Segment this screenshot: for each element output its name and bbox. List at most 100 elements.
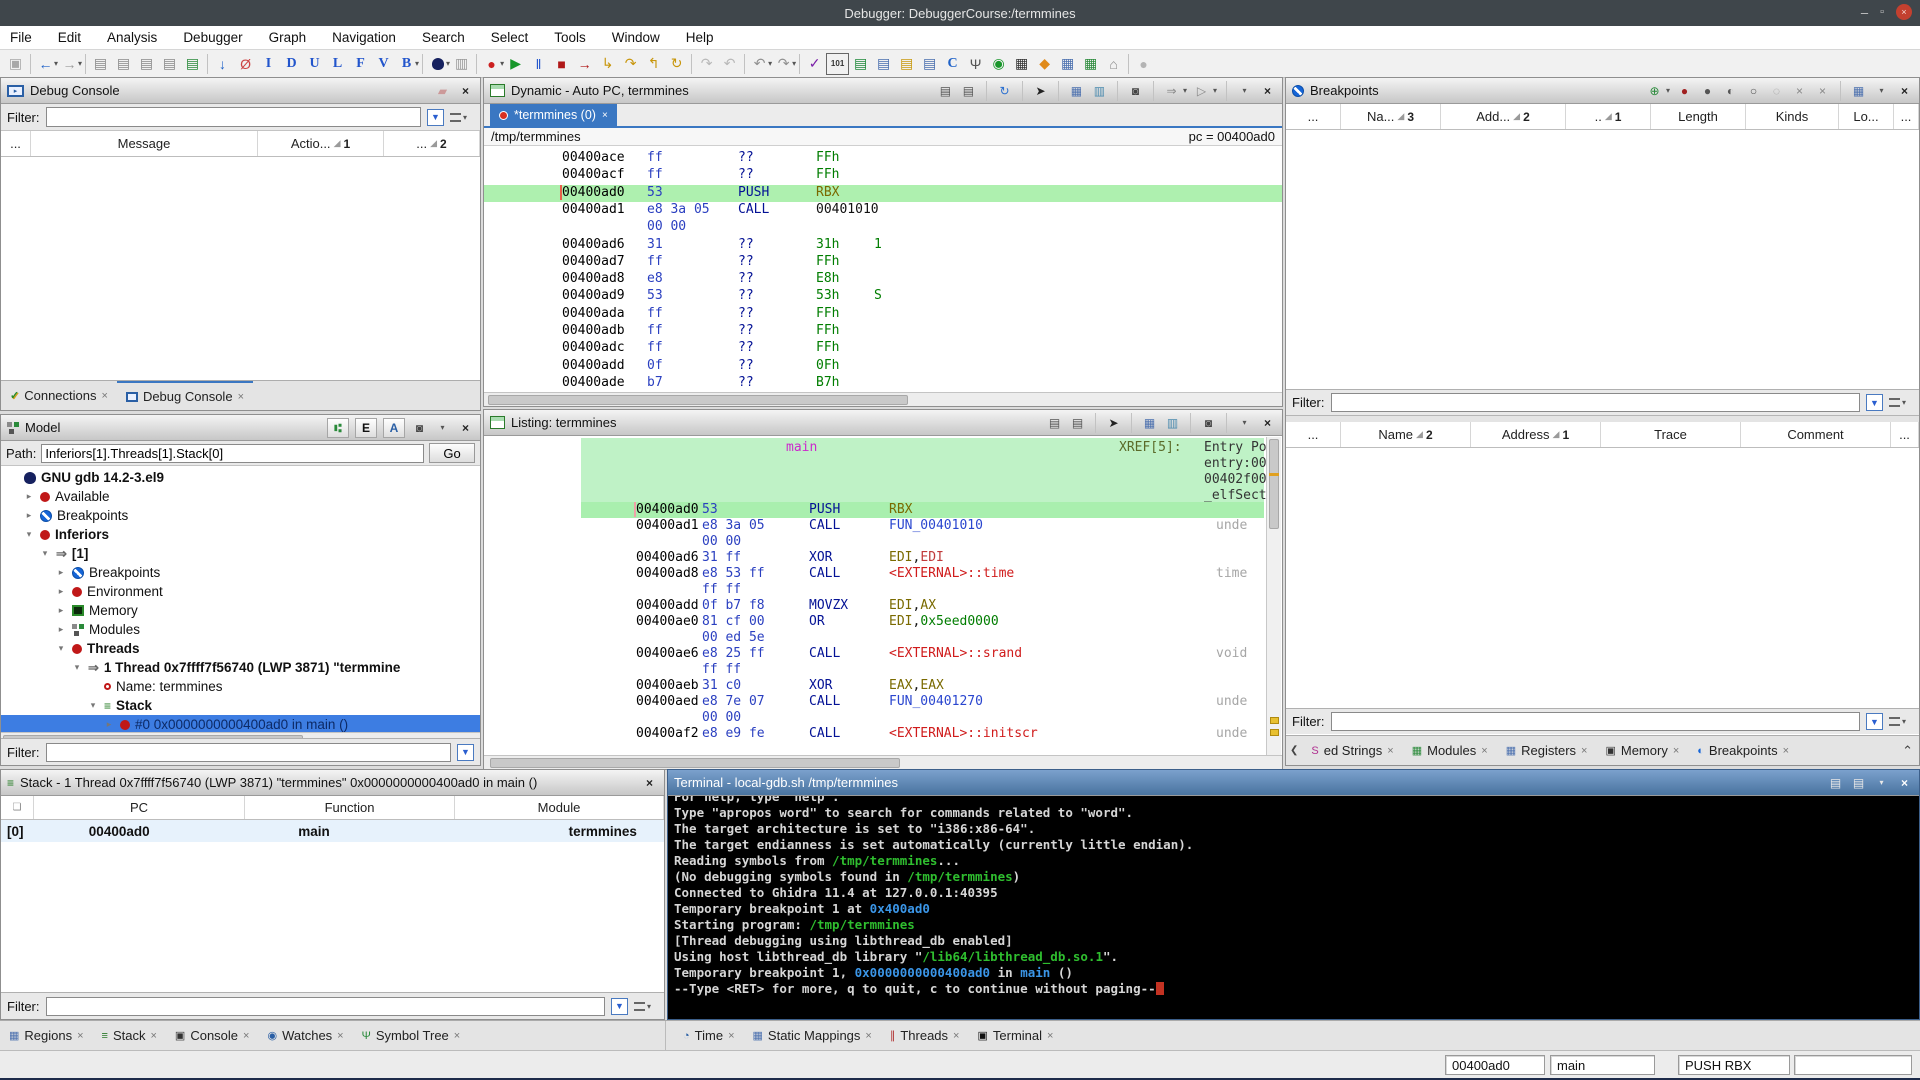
disasm-row[interactable]: 00400ad8 e8?? E8h: [484, 271, 1282, 288]
disasm-row[interactable]: 00400add 0f b7 f8 MOVZX EDI, AX: [484, 598, 1282, 614]
regex-filter-icon[interactable]: ▼: [1866, 713, 1883, 730]
tree-node[interactable]: ▾ ⇒ 1 Thread 0x7ffff7f56740 (LWP 3871) "te…: [1, 658, 480, 677]
snapshot-icon[interactable]: ◙: [411, 420, 428, 436]
tab-close-icon[interactable]: ×: [602, 110, 608, 121]
disasm-row[interactable]: 00400aed e8 7e 07 CALL FUN_00401270 unde: [484, 694, 1282, 710]
tab-close-icon[interactable]: ×: [77, 1030, 83, 1042]
follow-icon[interactable]: ▷: [1193, 83, 1210, 99]
function-name[interactable]: main: [786, 440, 817, 455]
model-header[interactable]: Model ⑆ E A ◙ ▾ ×: [1, 415, 480, 441]
paste-green-button[interactable]: ▤: [181, 53, 204, 75]
column-header-[interactable]: ...: [1891, 422, 1919, 447]
menu-navigation[interactable]: Navigation: [332, 30, 396, 45]
close-icon[interactable]: ×: [457, 420, 474, 436]
debug-console-filter-input[interactable]: [45, 107, 421, 127]
step-into-button[interactable]: ↳: [596, 53, 619, 75]
disasm-row[interactable]: 00400add 0f?? 0Fh: [484, 358, 1282, 375]
minimize-button[interactable]: –: [1861, 5, 1868, 20]
expander-icon[interactable]: ▾: [87, 700, 99, 711]
close-icon[interactable]: ×: [1259, 415, 1276, 431]
disasm-row[interactable]: 00400ad1 e8 3a 05 CALL 00401010: [484, 202, 1282, 219]
disasm-row[interactable]: 00400ad0 53 PUSH RBX: [484, 502, 1282, 518]
tree-node[interactable]: ▸ Breakpoints: [1, 563, 480, 582]
tab-close-icon[interactable]: ×: [1673, 745, 1679, 757]
breakpoints-header[interactable]: Breakpoints ⊕ ▾ ● ● ◐ ○ ◌ × × ▦ ▾ ×: [1286, 78, 1919, 104]
clear-breakpoint-icon[interactable]: ◌: [1768, 83, 1785, 99]
regex-filter-icon[interactable]: ▼: [457, 743, 474, 761]
disasm-row[interactable]: 00400adc ff?? FFh: [484, 340, 1282, 357]
tab-close-icon[interactable]: ×: [1387, 745, 1393, 757]
clear-code-button[interactable]: Ø: [234, 53, 257, 75]
stack-frame-row[interactable]: [0] 00400ad0 main termmines: [1, 820, 664, 842]
tab-close-icon[interactable]: ×: [1481, 745, 1487, 757]
menu-chevron-icon[interactable]: ▾: [1873, 83, 1890, 99]
data-f-button[interactable]: F: [349, 53, 372, 75]
expander-icon[interactable]: ▸: [55, 586, 67, 597]
paste-icon[interactable]: ▤: [960, 83, 977, 99]
data-u-button[interactable]: U: [303, 53, 326, 75]
disasm-row[interactable]: 00400ae0 81 cf 00 OR EDI, 0x5eed0000: [484, 614, 1282, 630]
regex-filter-icon[interactable]: ▼: [611, 997, 628, 1015]
tab-static-mappings[interactable]: ▦ Static Mappings ×: [744, 1021, 881, 1050]
locations-filter-input[interactable]: [1330, 712, 1860, 731]
menu-select[interactable]: Select: [491, 30, 529, 45]
menu-chevron-icon[interactable]: ▾: [434, 420, 451, 436]
xref-entry[interactable]: entry:00: [1204, 456, 1267, 471]
tree-node[interactable]: ▸ Available: [1, 487, 480, 506]
cursor-tracking-icon[interactable]: ➤: [1105, 415, 1122, 431]
disasm-row[interactable]: 00400ae6 e8 25 ff CALL <EXTERNAL>::srand voi…: [484, 646, 1282, 662]
camera-icon[interactable]: ◙: [1127, 83, 1144, 99]
static-disassembly[interactable]: main XREF[5]: Entry Po entry:00 00402f00 _elf…: [484, 436, 1282, 754]
disasm-row[interactable]: 00400ad1 e8 3a 05 CALL FUN_00401010 unde: [484, 518, 1282, 534]
tab-threads[interactable]: ∥ Threads ×: [881, 1021, 969, 1050]
refresh-icon[interactable]: ↻: [996, 83, 1013, 99]
snapshot-button[interactable]: ●: [1132, 53, 1155, 75]
tab-registers[interactable]: ▦ Registers ×: [1497, 736, 1597, 765]
stack-header[interactable]: ≡ Stack - 1 Thread 0x7ffff7f56740 (LWP 3…: [1, 770, 664, 796]
disasm-row[interactable]: 00400ada ff?? FFh: [484, 306, 1282, 323]
kill-button[interactable]: ■: [550, 53, 573, 75]
copy-icon[interactable]: ▤: [937, 83, 954, 99]
tab-close-icon[interactable]: ×: [1581, 745, 1587, 757]
dropdown-caret-icon[interactable]: ▾: [78, 59, 82, 68]
copy-icon[interactable]: ▤: [1827, 775, 1844, 791]
step-last-button[interactable]: ↻: [665, 53, 688, 75]
disasm-row[interactable]: 00400ade b7?? B7h: [484, 375, 1282, 389]
tab-close-icon[interactable]: ×: [150, 1030, 156, 1042]
go-button[interactable]: Go: [429, 443, 475, 463]
menu-graph[interactable]: Graph: [269, 30, 307, 45]
elements-button[interactable]: E: [355, 417, 377, 438]
disasm-cont-row[interactable]: 00 00: [484, 534, 1282, 550]
stack-column-icon[interactable]: ❏: [1, 796, 34, 819]
debug-console-header[interactable]: ▸ Debug Console ▰ ×: [1, 78, 480, 104]
expander-icon[interactable]: ▸: [55, 624, 67, 635]
menu-file[interactable]: File: [10, 30, 32, 45]
stack-filter-input[interactable]: [45, 996, 605, 1016]
menu-window[interactable]: Window: [612, 30, 660, 45]
expander-icon[interactable]: ▾: [55, 643, 67, 654]
close-icon[interactable]: ×: [641, 775, 658, 791]
tab-close-icon[interactable]: ×: [243, 1030, 249, 1042]
filter-settings-icon[interactable]: ▾: [634, 998, 658, 1015]
table-settings-icon[interactable]: ▦: [1850, 83, 1867, 99]
tab-debug-console[interactable]: Debug Console ×: [116, 381, 253, 410]
stamp-button[interactable]: ⌂: [1102, 53, 1125, 75]
column-header-actio[interactable]: Actio... ◢ 1: [258, 131, 384, 156]
enable-breakpoint-icon[interactable]: ●: [1676, 83, 1693, 99]
skip-into-button[interactable]: ↶: [718, 53, 741, 75]
paste-icon[interactable]: ▤: [1069, 415, 1086, 431]
toggle-breakpoint-icon[interactable]: ◐: [1722, 83, 1739, 99]
regex-filter-icon[interactable]: ▼: [1866, 394, 1883, 411]
tree-node[interactable]: ▾ Inferiors: [1, 525, 480, 544]
tab-list-icon[interactable]: ⌃: [1896, 743, 1919, 759]
clear-all-icon[interactable]: ×: [1791, 83, 1808, 99]
attributes-button[interactable]: A: [383, 417, 405, 438]
tree-node[interactable]: ▾ Threads: [1, 639, 480, 658]
paste-4-button[interactable]: ▤: [158, 53, 181, 75]
filter-settings-icon[interactable]: ▾: [450, 109, 474, 126]
apply-button[interactable]: ✓: [803, 53, 826, 75]
tab-close-icon[interactable]: ×: [1047, 1030, 1053, 1042]
tab-connections[interactable]: ✓ Connections ×: [1, 381, 117, 410]
tab-memory[interactable]: ▣ Memory ×: [1596, 736, 1688, 765]
dyn-folder-button[interactable]: ▤: [895, 53, 918, 75]
